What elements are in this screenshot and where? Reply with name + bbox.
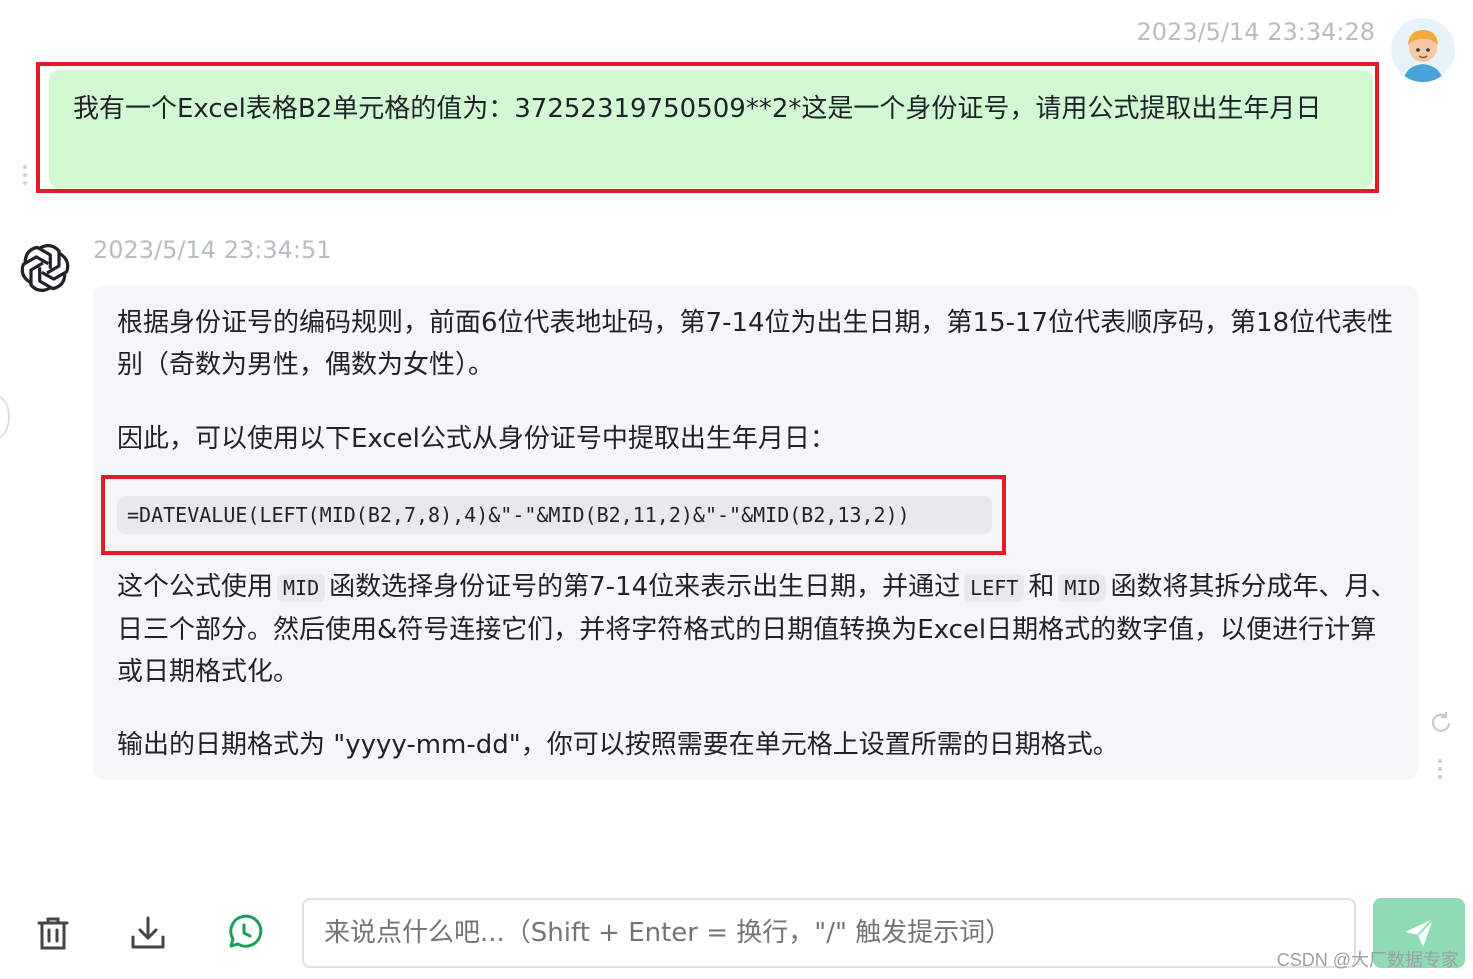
history-icon[interactable] [224, 913, 264, 953]
assistant-logo-icon [17, 240, 73, 296]
assistant-paragraph-1: 根据身份证号的编码规则，前面6位代表地址码，第7-14位为出生日期，第15-17… [117, 308, 1394, 380]
assistant-message-timestamp: 2023/5/14 23:34:51 [93, 236, 332, 264]
assistant-paragraph-2: 因此，可以使用以下Excel公式从身份证号中提取出生年月日： [117, 424, 836, 454]
user-message-highlight-box [36, 62, 1379, 193]
inline-code-mid-2: MID [1058, 574, 1107, 602]
user-message-timestamp: 2023/5/14 23:34:28 [1136, 18, 1375, 46]
formula-highlight-box [101, 475, 1006, 555]
regenerate-icon[interactable] [1428, 710, 1454, 740]
inline-code-mid: MID [277, 574, 326, 602]
inline-code-left: LEFT [964, 574, 1025, 602]
watermark-text: CSDN @大厂数据专家 [1276, 950, 1459, 970]
more-options-icon[interactable] [1435, 757, 1445, 785]
paragraph3-text-3: 和 [1028, 572, 1055, 602]
assistant-paragraph-3: 这个公式使用 MID 函数选择身份证号的第7-14位来表示出生日期，并通过 LEFT 和… [117, 566, 1397, 693]
drag-handle-icon[interactable] [20, 163, 30, 191]
paragraph3-text-2: 函数选择身份证号的第7-14位来表示出生日期，并通过 [329, 572, 961, 602]
user-avatar [1391, 18, 1455, 82]
paragraph3-text-1: 这个公式使用 [117, 572, 274, 602]
avatar-icon [1391, 18, 1455, 82]
trash-icon[interactable] [33, 913, 73, 953]
chat-input[interactable] [302, 898, 1356, 968]
assistant-paragraph-4: 输出的日期格式为 "yyyy-mm-dd"，你可以按照需要在单元格上设置所需的日… [117, 730, 1119, 760]
download-icon[interactable] [128, 913, 168, 953]
sidebar-toggle-handle[interactable] [0, 395, 10, 439]
